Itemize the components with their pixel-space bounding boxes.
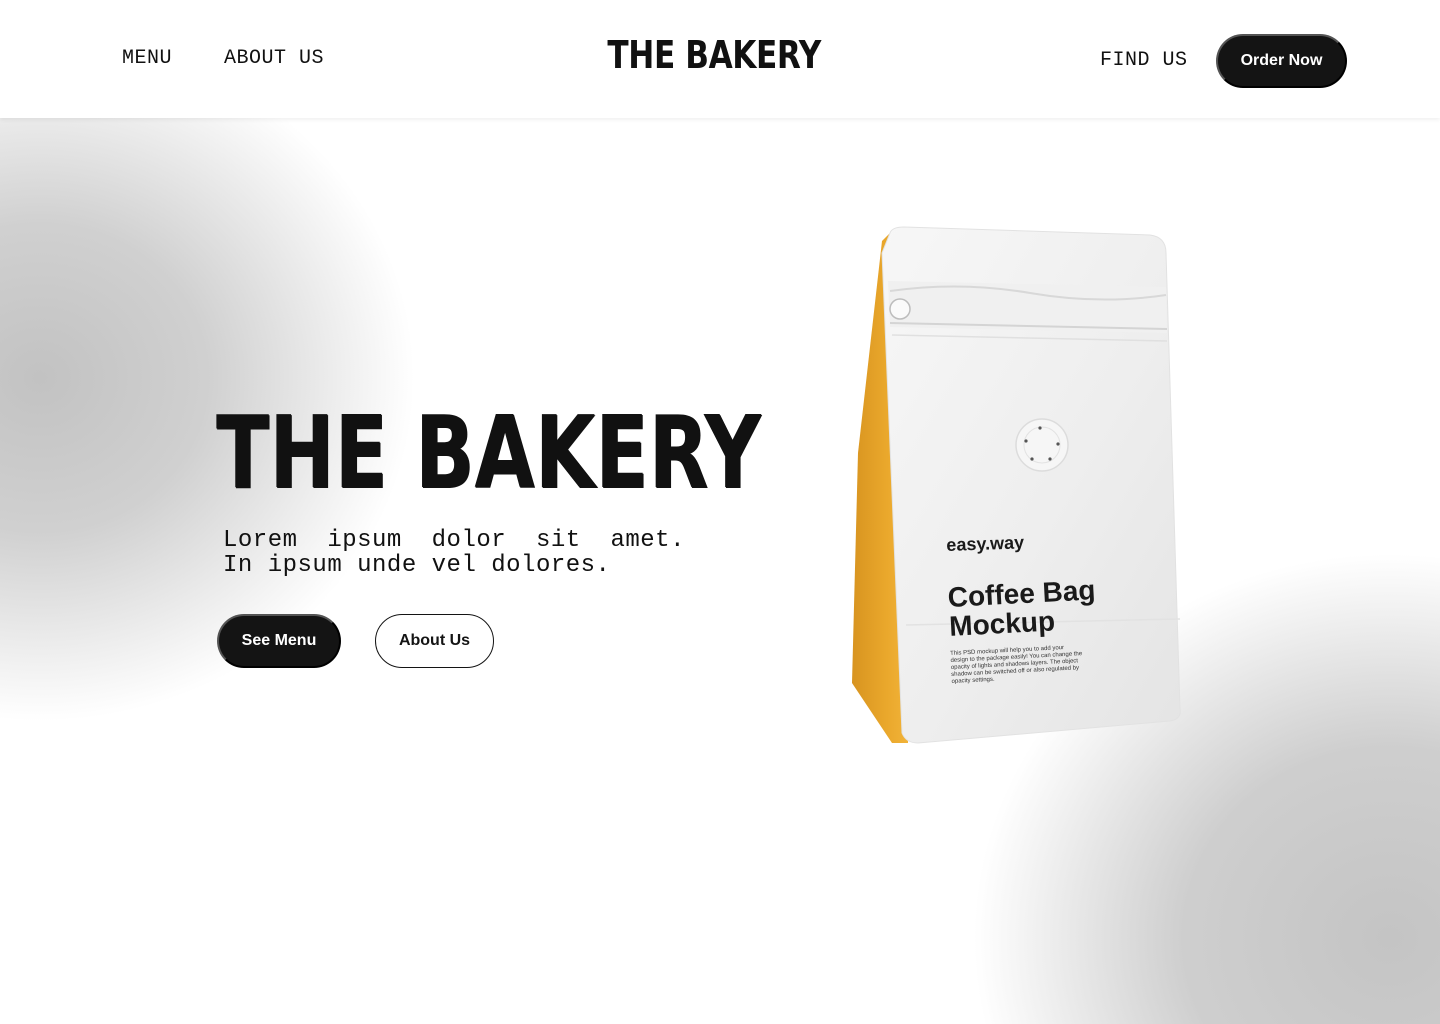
- hero-section: THE BAKERY Lorem ipsum dolor sit amet. I…: [0, 118, 1440, 1024]
- hero-subtitle-line-2: In ipsum unde vel dolores.: [223, 552, 611, 579]
- about-us-button[interactable]: About Us: [375, 614, 494, 668]
- coffee-bag-image: easy.way Coffee Bag Mockup This PSD mock…: [840, 223, 1200, 753]
- hero-subtitle: Lorem ipsum dolor sit amet. In ipsum und…: [223, 527, 685, 579]
- hero-title: THE BAKERY: [216, 394, 761, 511]
- nav-menu-link[interactable]: MENU: [122, 47, 172, 70]
- nav-about-us-link[interactable]: ABOUT US: [224, 47, 324, 70]
- site-header: MENU ABOUT US THE BAKERY FIND US Order N…: [0, 0, 1440, 118]
- order-now-button[interactable]: Order Now: [1216, 34, 1347, 88]
- nav-find-us-link[interactable]: FIND US: [1100, 49, 1188, 72]
- see-menu-button[interactable]: See Menu: [217, 614, 341, 668]
- site-logo-text[interactable]: THE BAKERY: [607, 33, 821, 77]
- bag-tear-notch: [889, 298, 911, 320]
- hero-subtitle-line-1: Lorem ipsum dolor sit amet.: [223, 527, 685, 554]
- bag-fine-print: This PSD mockup will help you to add you…: [950, 645, 1083, 685]
- bag-brand-text: easy.way: [946, 532, 1025, 555]
- bag-title-text: Coffee Bag Mockup: [946, 574, 1097, 642]
